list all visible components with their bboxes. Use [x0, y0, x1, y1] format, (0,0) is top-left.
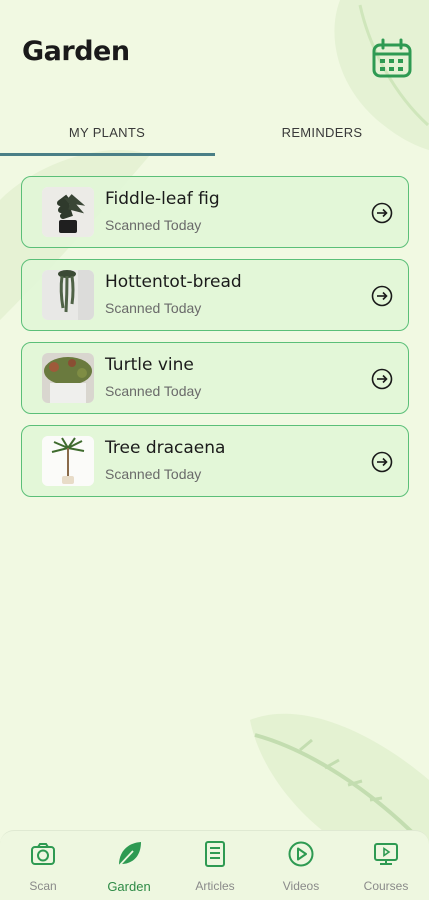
active-tab-indicator: [0, 153, 215, 156]
plant-status: Scanned Today: [105, 466, 202, 482]
nav-label: Videos: [282, 879, 320, 893]
plant-thumbnail: [42, 187, 94, 237]
plant-status: Scanned Today: [105, 217, 202, 233]
app-header: Garden: [0, 0, 429, 110]
bottom-navigation: Scan Garden Articles Videos Courses: [0, 830, 429, 900]
arrow-right-circle-icon[interactable]: [371, 202, 393, 224]
plant-name: Turtle vine: [105, 355, 194, 375]
page-title: Garden: [22, 36, 130, 67]
plant-list: Fiddle-leaf fig Scanned Today Hottentot-…: [21, 176, 409, 508]
calendar-icon: [372, 38, 412, 78]
leaf-icon: [118, 842, 141, 867]
plant-thumbnail: [42, 436, 94, 486]
calendar-button[interactable]: [371, 38, 413, 80]
plant-card[interactable]: Fiddle-leaf fig Scanned Today: [21, 176, 409, 248]
arrow-right-circle-icon[interactable]: [371, 451, 393, 473]
nav-courses[interactable]: Courses: [343, 831, 429, 900]
plant-status: Scanned Today: [105, 383, 202, 399]
tab-bar: MY PLANTS REMINDERS: [0, 108, 429, 156]
plant-card[interactable]: Hottentot-bread Scanned Today: [21, 259, 409, 331]
plant-name: Hottentot-bread: [105, 272, 242, 292]
plant-status: Scanned Today: [105, 300, 202, 316]
plant-thumbnail: [42, 353, 94, 403]
nav-articles[interactable]: Articles: [172, 831, 258, 900]
plant-card[interactable]: Tree dracaena Scanned Today: [21, 425, 409, 497]
tab-reminders[interactable]: REMINDERS: [215, 108, 429, 156]
arrow-right-circle-icon[interactable]: [371, 368, 393, 390]
play-icon: [288, 841, 314, 867]
tab-my-plants[interactable]: MY PLANTS: [0, 108, 214, 156]
plant-card[interactable]: Turtle vine Scanned Today: [21, 342, 409, 414]
nav-scan[interactable]: Scan: [0, 831, 86, 900]
plant-thumbnail: [42, 270, 94, 320]
document-icon: [205, 841, 225, 867]
plant-name: Fiddle-leaf fig: [105, 189, 220, 209]
background-leaf-bottom: [250, 713, 429, 850]
nav-videos[interactable]: Videos: [258, 831, 344, 900]
nav-label: Garden: [107, 879, 151, 894]
nav-label: Articles: [195, 879, 235, 893]
nav-label: Courses: [363, 879, 409, 893]
plant-name: Tree dracaena: [105, 438, 226, 458]
nav-label: Scan: [29, 879, 57, 893]
courses-icon: [374, 843, 398, 865]
arrow-right-circle-icon[interactable]: [371, 285, 393, 307]
nav-garden[interactable]: Garden: [86, 831, 172, 900]
camera-icon: [31, 843, 55, 865]
